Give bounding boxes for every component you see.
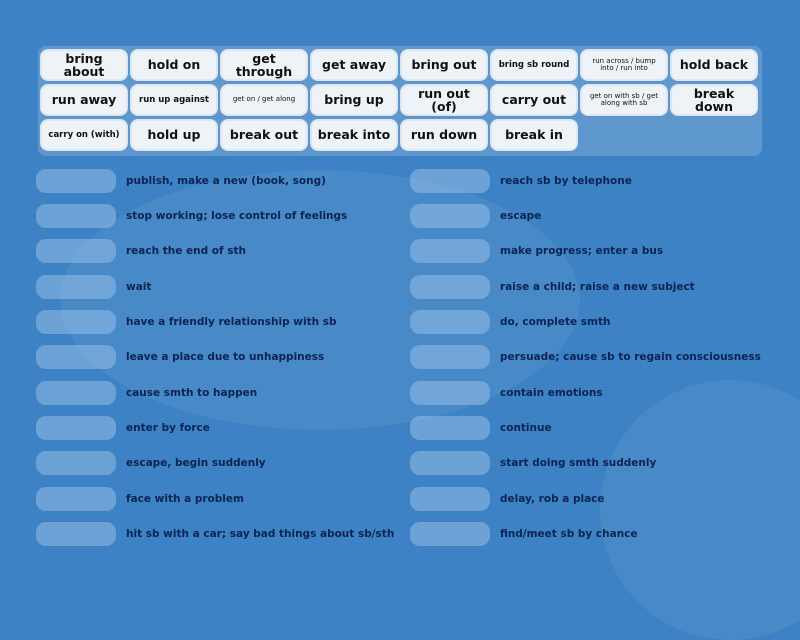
card-break-in[interactable]: break in: [492, 121, 576, 149]
drop-slot[interactable]: [410, 487, 490, 511]
card-hold-back[interactable]: hold back: [672, 51, 756, 79]
definition-text: find/meet sb by chance: [500, 528, 638, 540]
card-bring-out[interactable]: bring out: [402, 51, 486, 79]
card-bring-sb-round[interactable]: bring sb round: [492, 51, 576, 79]
drop-slot[interactable]: [36, 416, 116, 440]
drop-slot[interactable]: [36, 169, 116, 193]
definition-text: raise a child; raise a new subject: [500, 281, 695, 293]
match-row: start doing smth suddenly: [410, 450, 656, 476]
match-row: stop working; lose control of feelings: [36, 203, 347, 229]
drop-slot[interactable]: [36, 204, 116, 228]
definition-text: stop working; lose control of feelings: [126, 210, 348, 222]
background-cloud: [600, 380, 800, 640]
definition-text: face with a problem: [126, 493, 244, 505]
match-row: persuade; cause sb to regain consciousne…: [410, 344, 761, 370]
match-row: make progress; enter a bus: [410, 238, 663, 264]
match-row: do, complete smth: [410, 309, 610, 335]
drop-slot[interactable]: [36, 239, 116, 263]
drop-slot[interactable]: [410, 239, 490, 263]
card-get-away[interactable]: get away: [312, 51, 396, 79]
match-row: cause smth to happen: [36, 380, 257, 406]
drop-slot[interactable]: [410, 451, 490, 475]
drop-slot[interactable]: [410, 275, 490, 299]
definition-text: do, complete smth: [500, 316, 611, 328]
card-bank: bring about hold on get through get away…: [38, 46, 762, 156]
drop-slot[interactable]: [410, 345, 490, 369]
drop-slot[interactable]: [36, 275, 116, 299]
card-run-up-against[interactable]: run up against: [132, 86, 216, 114]
card-bring-about[interactable]: bring about: [42, 51, 126, 79]
card-get-through[interactable]: get through: [222, 51, 306, 79]
card-carry-on-with[interactable]: carry on (with): [42, 121, 126, 149]
card-run-down[interactable]: run down: [402, 121, 486, 149]
match-row: escape: [410, 203, 541, 229]
match-row: reach sb by telephone: [410, 168, 632, 194]
definition-text: make progress; enter a bus: [500, 245, 664, 257]
match-row: delay, rob a place: [410, 486, 605, 512]
match-row: publish, make a new (book, song): [36, 168, 326, 194]
drop-slot[interactable]: [36, 345, 116, 369]
drop-slot[interactable]: [36, 487, 116, 511]
definition-text: enter by force: [126, 422, 210, 434]
definition-text: persuade; cause sb to regain consciousne…: [500, 351, 761, 363]
definition-text: continue: [500, 422, 552, 434]
match-row: find/meet sb by chance: [410, 521, 638, 547]
definition-text: delay, rob a place: [500, 493, 605, 505]
card-get-on-with-sb[interactable]: get on with sb / get along with sb: [582, 86, 666, 114]
drop-slot[interactable]: [410, 204, 490, 228]
card-hold-up[interactable]: hold up: [132, 121, 216, 149]
drop-slot[interactable]: [36, 451, 116, 475]
match-row: enter by force: [36, 415, 210, 441]
drop-slot[interactable]: [410, 381, 490, 405]
drop-slot[interactable]: [36, 381, 116, 405]
match-row: contain emotions: [410, 380, 603, 406]
drop-slot[interactable]: [36, 522, 116, 546]
definition-text: contain emotions: [500, 387, 603, 399]
definition-text: wait: [126, 281, 152, 293]
definition-text: escape: [500, 210, 542, 222]
drop-slot[interactable]: [410, 169, 490, 193]
card-run-away[interactable]: run away: [42, 86, 126, 114]
definition-text: leave a place due to unhappiness: [126, 351, 325, 363]
match-row: escape, begin suddenly: [36, 450, 266, 476]
card-break-into[interactable]: break into: [312, 121, 396, 149]
card-bring-up[interactable]: bring up: [312, 86, 396, 114]
match-row: have a friendly relationship with sb: [36, 309, 336, 335]
definition-text: reach the end of sth: [126, 245, 246, 257]
definition-text: hit sb with a car; say bad things about …: [126, 528, 395, 540]
definition-text: publish, make a new (book, song): [126, 175, 326, 187]
drop-slot[interactable]: [410, 522, 490, 546]
definition-text: start doing smth suddenly: [500, 457, 657, 469]
card-break-down[interactable]: break down: [672, 86, 756, 114]
drop-slot[interactable]: [410, 416, 490, 440]
match-row: raise a child; raise a new subject: [410, 274, 695, 300]
card-run-across[interactable]: run across / bump into / run into: [582, 51, 666, 79]
match-row: continue: [410, 415, 552, 441]
definition-text: have a friendly relationship with sb: [126, 316, 337, 328]
card-run-out-of[interactable]: run out (of): [402, 86, 486, 114]
card-get-on[interactable]: get on / get along: [222, 86, 306, 114]
card-carry-out[interactable]: carry out: [492, 86, 576, 114]
match-row: leave a place due to unhappiness: [36, 344, 324, 370]
match-row: hit sb with a car; say bad things about …: [36, 521, 394, 547]
definition-text: cause smth to happen: [126, 387, 258, 399]
definition-text: escape, begin suddenly: [126, 457, 266, 469]
drop-slot[interactable]: [410, 310, 490, 334]
drop-slot[interactable]: [36, 310, 116, 334]
match-row: wait: [36, 274, 151, 300]
match-row: reach the end of sth: [36, 238, 246, 264]
card-break-out[interactable]: break out: [222, 121, 306, 149]
definition-text: reach sb by telephone: [500, 175, 632, 187]
card-hold-on[interactable]: hold on: [132, 51, 216, 79]
match-row: face with a problem: [36, 486, 244, 512]
